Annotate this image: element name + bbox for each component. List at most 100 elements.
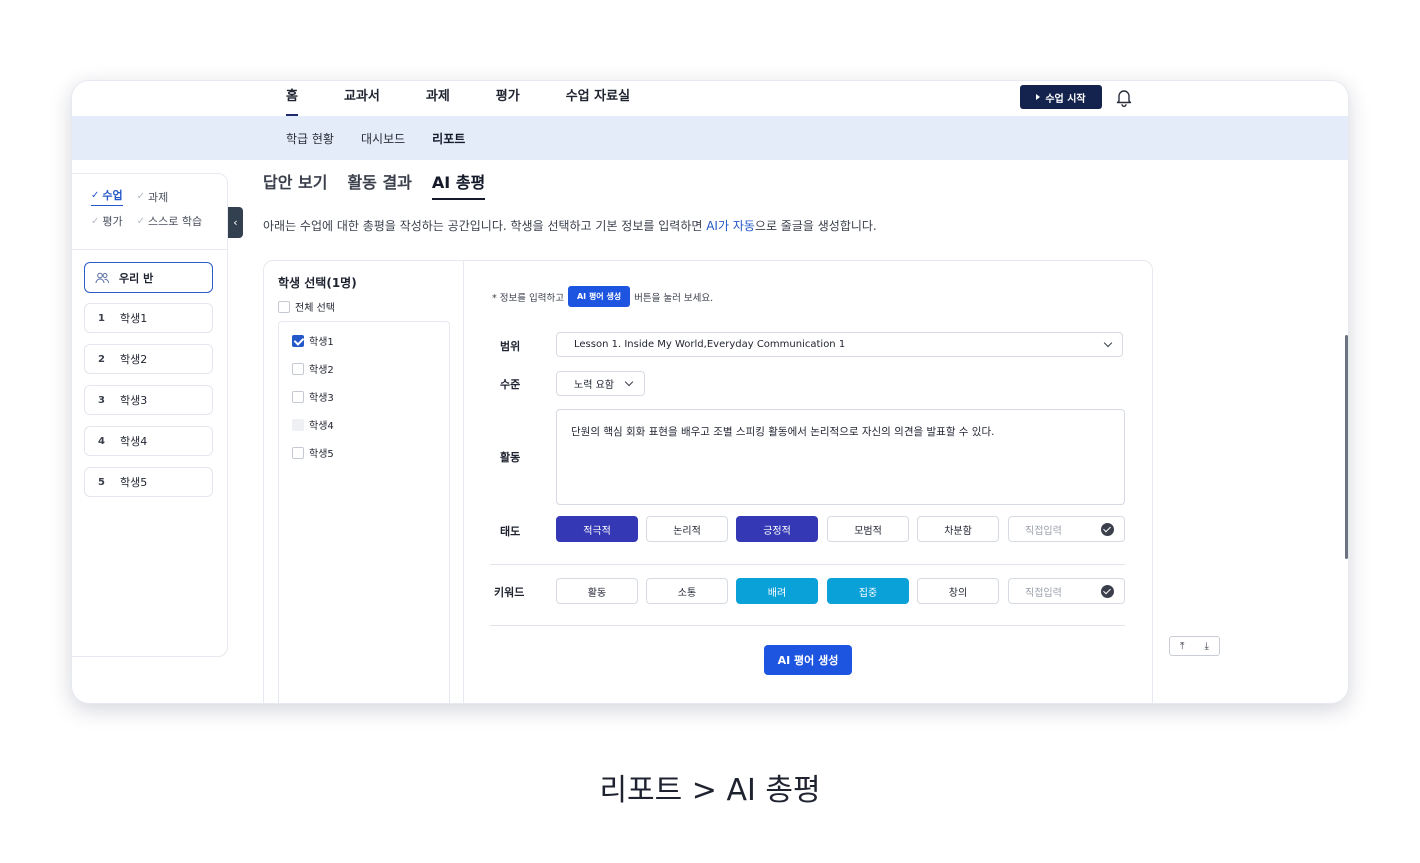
app-window: 홈 교과서 과제 평가 수업 자료실 수업 시작 학급 현황 대시보드 리포트 … [71,80,1349,704]
keyword-custom-input[interactable]: 직접입력 [1008,578,1125,604]
form-hint: * 정보를 입력하고 AI 평어 생성 버튼을 눌러 보세요. [492,286,713,307]
custom-input-placeholder: 직접입력 [1025,525,1062,537]
attitude-custom-input[interactable]: 직접입력 [1008,516,1125,542]
content-tabs: 답안 보기 활동 결과 AI 총평 [263,169,486,200]
scroll-top-icon[interactable]: ⤒ [1180,641,1184,652]
student-number: 1 [98,312,105,324]
sidebar: ✓ 수업 ✓ 과제 ✓ 평가 ✓ 스스로 학습 우리 반 1 학생1 2 학생2… [72,173,228,657]
keyword-chip[interactable]: 창의 [917,578,999,604]
description-highlight: AI가 자동 [706,219,755,233]
checkbox-icon [292,362,304,375]
activity-textarea[interactable]: 단원의 핵심 회화 표현을 배우고 조별 스피킹 활동에서 논리적으로 자신의 … [556,409,1125,505]
student-checkbox-1[interactable]: 학생1 [292,333,334,348]
description-text-end: 으로 줄글을 생성합니다. [754,219,877,233]
tab-ai-review[interactable]: AI 총평 [431,169,486,200]
users-icon [95,272,109,283]
student-number: 4 [98,435,105,447]
sidebar-tab-self-study[interactable]: ✓ 스스로 학습 [137,213,203,229]
form-divider [490,625,1125,626]
description-text: 아래는 수업에 대한 총평을 작성하는 공간입니다. 학생을 선택하고 기본 정… [263,219,707,233]
attitude-chip[interactable]: 모범적 [827,516,909,542]
checkbox-checked-icon [292,334,304,347]
sidebar-divider [72,249,228,250]
check-circle-icon[interactable] [1101,585,1114,598]
sidebar-tab-assignment[interactable]: ✓ 과제 [137,187,169,206]
sidebar-student-item[interactable]: 5 학생5 [84,467,213,497]
scroll-bottom-icon[interactable]: ⤓ [1205,641,1209,652]
page-description: 아래는 수업에 대한 총평을 작성하는 공간입니다. 학생을 선택하고 기본 정… [263,217,877,234]
menu-textbook[interactable]: 교과서 [344,81,380,116]
sidebar-student-item[interactable]: 2 학생2 [84,344,213,374]
sidebar-tab-evaluation[interactable]: ✓ 평가 [91,213,123,229]
student-checkbox-label: 학생4 [309,421,334,432]
attitude-label: 태도 [500,525,521,538]
student-checkbox-3[interactable]: 학생3 [292,389,334,404]
student-name: 학생4 [120,435,148,448]
hint-pill: AI 평어 생성 [567,286,631,307]
review-panel: 학생 선택(1명) 전체 선택 학생1 학생2 학생3 학생4 학생5 * 정보… [263,260,1153,703]
level-select-value: 노력 요함 [574,380,614,391]
menu-home[interactable]: 홈 [286,81,298,116]
keyword-label: 키워드 [494,586,525,599]
student-number: 2 [98,353,105,365]
keyword-chip[interactable]: 배려 [736,578,818,604]
subnav-report[interactable]: 리포트 [432,130,465,147]
tab-answers[interactable]: 답안 보기 [263,169,327,200]
keyword-chip[interactable]: 활동 [556,578,638,604]
student-checkbox-label: 학생2 [309,365,334,376]
sidebar-tab-row-1: ✓ 수업 ✓ 과제 [91,187,168,206]
level-select[interactable]: 노력 요함 [556,371,645,396]
menu-evaluation[interactable]: 평가 [496,81,520,116]
student-checkbox-4[interactable]: 학생4 [292,417,334,432]
student-name: 학생1 [120,312,148,325]
student-checkbox-5[interactable]: 학생5 [292,445,334,460]
start-class-button[interactable]: 수업 시작 [1020,85,1102,109]
play-icon [1036,94,1041,100]
student-checkbox-2[interactable]: 학생2 [292,361,334,376]
form-divider [490,564,1125,565]
tab-activity-results[interactable]: 활동 결과 [347,169,411,200]
sidebar-tab-class[interactable]: ✓ 수업 [91,187,123,206]
student-number: 3 [98,394,105,406]
chevron-left-icon: ‹ [233,216,238,229]
panel-divider [463,261,464,703]
range-label: 범위 [500,340,521,353]
chevron-down-icon [624,377,634,387]
main-menu: 홈 교과서 과제 평가 수업 자료실 [286,81,676,116]
sidebar-collapse-button[interactable]: ‹ [228,207,243,238]
sidebar-tab-label: 수업 [102,189,123,202]
attitude-chip[interactable]: 논리적 [646,516,728,542]
check-circle-icon[interactable] [1101,523,1114,536]
checkbox-icon [292,390,304,403]
menu-assignment[interactable]: 과제 [426,81,450,116]
subnav-dashboard[interactable]: 대시보드 [361,130,405,147]
attitude-chip[interactable]: 차분함 [917,516,999,542]
ai-generate-button[interactable]: AI 평어 생성 [764,645,852,675]
student-checkbox-label: 학생5 [309,449,334,460]
sidebar-student-item[interactable]: 4 학생4 [84,426,213,456]
sub-nav: 학급 현황 대시보드 리포트 [72,116,1348,160]
top-nav: 홈 교과서 과제 평가 수업 자료실 수업 시작 [72,81,1348,116]
student-select-title: 학생 선택(1명) [278,276,357,290]
chevron-down-icon [1103,338,1113,348]
student-checkbox-label: 학생1 [309,337,334,348]
sidebar-student-item[interactable]: 3 학생3 [84,385,213,415]
check-icon: ✓ [91,189,100,201]
keyword-chip[interactable]: 소통 [646,578,728,604]
page-caption: 리포트 > AI 총평 [599,773,821,808]
attitude-chip[interactable]: 긍정적 [736,516,818,542]
student-list: 학생1 학생2 학생3 학생4 학생5 [278,321,450,703]
sidebar-student-item[interactable]: 1 학생1 [84,303,213,333]
subnav-class-status[interactable]: 학급 현황 [286,130,334,147]
checkbox-icon [292,446,304,459]
range-select[interactable]: Lesson 1. Inside My World,Everyday Commu… [556,332,1123,357]
bell-icon[interactable] [1114,87,1134,107]
menu-resources[interactable]: 수업 자료실 [566,81,630,116]
custom-input-placeholder: 직접입력 [1025,587,1062,599]
scrollbar[interactable] [1345,335,1348,559]
keyword-chip[interactable]: 집중 [827,578,909,604]
check-icon: ✓ [136,191,146,202]
class-item-our-class[interactable]: 우리 반 [84,262,213,293]
attitude-chip[interactable]: 적극적 [556,516,638,542]
select-all-checkbox[interactable]: 전체 선택 [278,299,335,314]
